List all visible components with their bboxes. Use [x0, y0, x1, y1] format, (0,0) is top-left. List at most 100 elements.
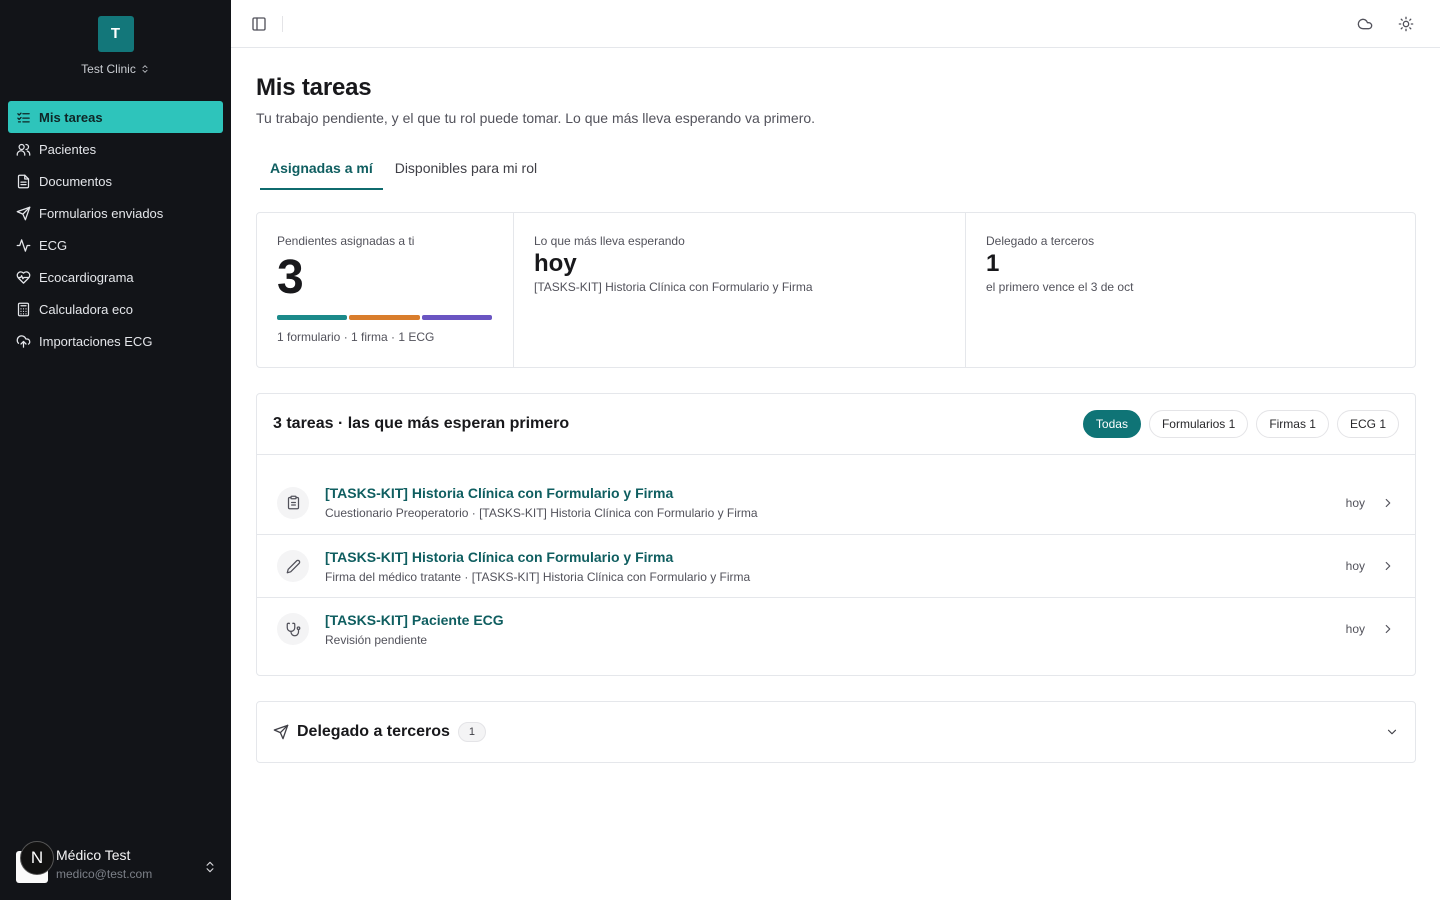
- sidebar-item-label: Mis tareas: [39, 109, 103, 125]
- stat-value: hoy: [534, 250, 577, 277]
- org-switcher: T Test Clinic: [0, 16, 231, 78]
- chevrons-up-down-icon: [142, 65, 148, 73]
- stat-detail: el primero vence el 3 de oct: [986, 280, 1134, 295]
- heart-pulse-icon: [16, 270, 31, 284]
- filter-formularios[interactable]: Formularios 1: [1148, 410, 1249, 438]
- chevron-right-icon[interactable]: [1381, 496, 1395, 510]
- send-icon: [16, 206, 31, 220]
- sun-icon[interactable]: [1398, 16, 1414, 32]
- breakdown-segment-ecg: [421, 315, 492, 320]
- task-title[interactable]: [TASKS-KIT] Historia Clínica con Formula…: [325, 549, 1346, 565]
- page-title: Mis tareas: [256, 74, 372, 101]
- breakdown-segment-firma: [349, 315, 420, 320]
- task-when: hoy: [1345, 559, 1365, 573]
- task-subtitle: Revisión pendiente: [325, 632, 428, 647]
- sidebar-item-importaciones-ecg[interactable]: Importaciones ECG: [8, 325, 223, 357]
- sidebar-item-label: Pacientes: [39, 141, 97, 157]
- delegated-section-toggle[interactable]: Delegado a terceros 1: [256, 701, 1416, 763]
- stat-oldest: Lo que más lleva esperando hoy [TASKS-KI…: [513, 213, 965, 367]
- filter-ecg[interactable]: ECG 1: [1336, 410, 1399, 438]
- send-icon: [273, 724, 289, 740]
- topbar: [231, 0, 1440, 48]
- sidebar-item-label: Formularios enviados: [39, 205, 164, 221]
- org-name: Test Clinic: [81, 62, 136, 76]
- stat-delegated: Delegado a terceros 1 el primero vence e…: [965, 213, 1415, 367]
- task-filters: Todas Formularios 1 Firmas 1 ECG 1: [1082, 410, 1399, 438]
- users-icon: [16, 143, 31, 156]
- stats-panel: Pendientes asignadas a ti 3 1 formulario…: [256, 212, 1416, 368]
- task-subtitle: Cuestionario Preoperatorio · [TASKS-KIT]…: [325, 506, 758, 520]
- task-list: [TASKS-KIT] Historia Clínica con Formula…: [257, 455, 1415, 675]
- task-title[interactable]: [TASKS-KIT] Paciente ECG: [325, 612, 1346, 628]
- stat-label: Delegado a terceros: [986, 234, 1095, 248]
- user-menu[interactable]: N Médico Test medico@test.com: [16, 841, 221, 884]
- org-avatar[interactable]: T: [97, 16, 134, 52]
- sidebar: T Test Clinic Mis tareas Pacientes Docum…: [0, 0, 231, 900]
- user-name: Médico Test: [56, 847, 131, 863]
- sidebar-item-ecocardiograma[interactable]: Ecocardiograma: [8, 261, 223, 293]
- task-icon: [277, 613, 309, 645]
- sidebar-item-pacientes[interactable]: Pacientes: [8, 133, 223, 165]
- task-row[interactable]: [TASKS-KIT] Historia Clínica con Formula…: [257, 471, 1415, 534]
- sidebar-item-label: Documentos: [39, 173, 112, 189]
- calculator-icon: [17, 302, 30, 316]
- breakdown-segment-formulario: [277, 315, 348, 320]
- delegated-title: Delegado a terceros: [297, 723, 450, 740]
- chevron-down-icon[interactable]: [1385, 725, 1399, 739]
- stat-value: 1: [986, 250, 1000, 277]
- sidebar-item-label: ECG: [39, 237, 68, 253]
- task-subtitle: Firma del médico tratante · [TASKS-KIT] …: [325, 569, 751, 584]
- activity-icon: [16, 238, 31, 252]
- task-row[interactable]: [TASKS-KIT] Historia Clínica con Formula…: [257, 534, 1415, 597]
- topbar-divider: [282, 16, 283, 32]
- sidebar-item-calculadora-eco[interactable]: Calculadora eco: [8, 293, 223, 325]
- chevron-right-icon[interactable]: [1381, 622, 1395, 636]
- stethoscope-icon: [286, 622, 300, 636]
- list-checks-icon: [17, 112, 30, 122]
- task-title[interactable]: [TASKS-KIT] Historia Clínica con Formula…: [325, 485, 1346, 501]
- task-icon: [277, 550, 309, 582]
- stat-assigned: Pendientes asignadas a ti 3 1 formulario…: [257, 213, 513, 367]
- avatar: N: [16, 841, 54, 883]
- sidebar-item-formularios-enviados[interactable]: Formularios enviados: [8, 197, 223, 229]
- sidebar-item-label: Importaciones ECG: [39, 333, 153, 349]
- sidebar-nav: Mis tareas Pacientes Documentos Formular…: [8, 101, 223, 357]
- sidebar-item-documentos[interactable]: Documentos: [8, 165, 223, 197]
- task-icon: [277, 486, 309, 519]
- sidebar-item-ecg[interactable]: ECG: [8, 229, 223, 261]
- pen-icon: [286, 559, 300, 573]
- cloud-icon[interactable]: [1357, 16, 1373, 32]
- task-when: hoy: [1345, 622, 1365, 636]
- sidebar-item-label: Calculadora eco: [39, 301, 133, 317]
- tasks-panel: 3 tareas · las que más esperan primero T…: [256, 393, 1416, 676]
- stat-value: 3: [277, 251, 304, 304]
- tab-asignadas-a-mi[interactable]: Asignadas a mí: [260, 152, 383, 190]
- org-name-selector[interactable]: Test Clinic: [81, 62, 150, 76]
- dev-badge[interactable]: N: [20, 841, 54, 875]
- sidebar-toggle-icon[interactable]: [251, 16, 267, 32]
- user-email: medico@test.com: [56, 867, 153, 881]
- tab-disponibles-para-mi-rol[interactable]: Disponibles para mi rol: [385, 152, 547, 190]
- stat-breakdown: 1 formulario · 1 firma · 1 ECG: [277, 330, 435, 344]
- sidebar-item-label: Ecocardiograma: [39, 269, 134, 285]
- tasks-heading: 3 tareas · las que más esperan primero: [273, 415, 570, 432]
- filter-todas[interactable]: Todas: [1082, 410, 1141, 438]
- stat-label: Lo que más lleva esperando: [534, 234, 685, 248]
- document-icon: [17, 174, 30, 188]
- stat-breakdown-bar: [277, 315, 492, 320]
- stat-detail: [TASKS-KIT] Historia Clínica con Formula…: [534, 280, 813, 295]
- task-when: hoy: [1345, 495, 1365, 510]
- filter-firmas[interactable]: Firmas 1: [1256, 410, 1329, 438]
- chevrons-up-down-icon: [206, 861, 214, 873]
- sidebar-item-mis-tareas[interactable]: Mis tareas: [8, 101, 223, 133]
- main-content: Mis tareas Tu trabajo pendiente, y el qu…: [256, 48, 1416, 763]
- stat-label: Pendientes asignadas a ti: [277, 234, 415, 248]
- count-badge: 1: [457, 722, 486, 742]
- cloud-upload-icon: [16, 334, 31, 348]
- clipboard-icon: [287, 495, 299, 510]
- tabs: Asignadas a mí Disponibles para mi rol: [256, 152, 1416, 190]
- tasks-header: 3 tareas · las que más esperan primero T…: [257, 394, 1415, 455]
- chevron-right-icon[interactable]: [1381, 559, 1395, 573]
- task-row[interactable]: [TASKS-KIT] Paciente ECG Revisión pendie…: [257, 597, 1415, 660]
- page-subtitle: Tu trabajo pendiente, y el que tu rol pu…: [256, 110, 816, 126]
